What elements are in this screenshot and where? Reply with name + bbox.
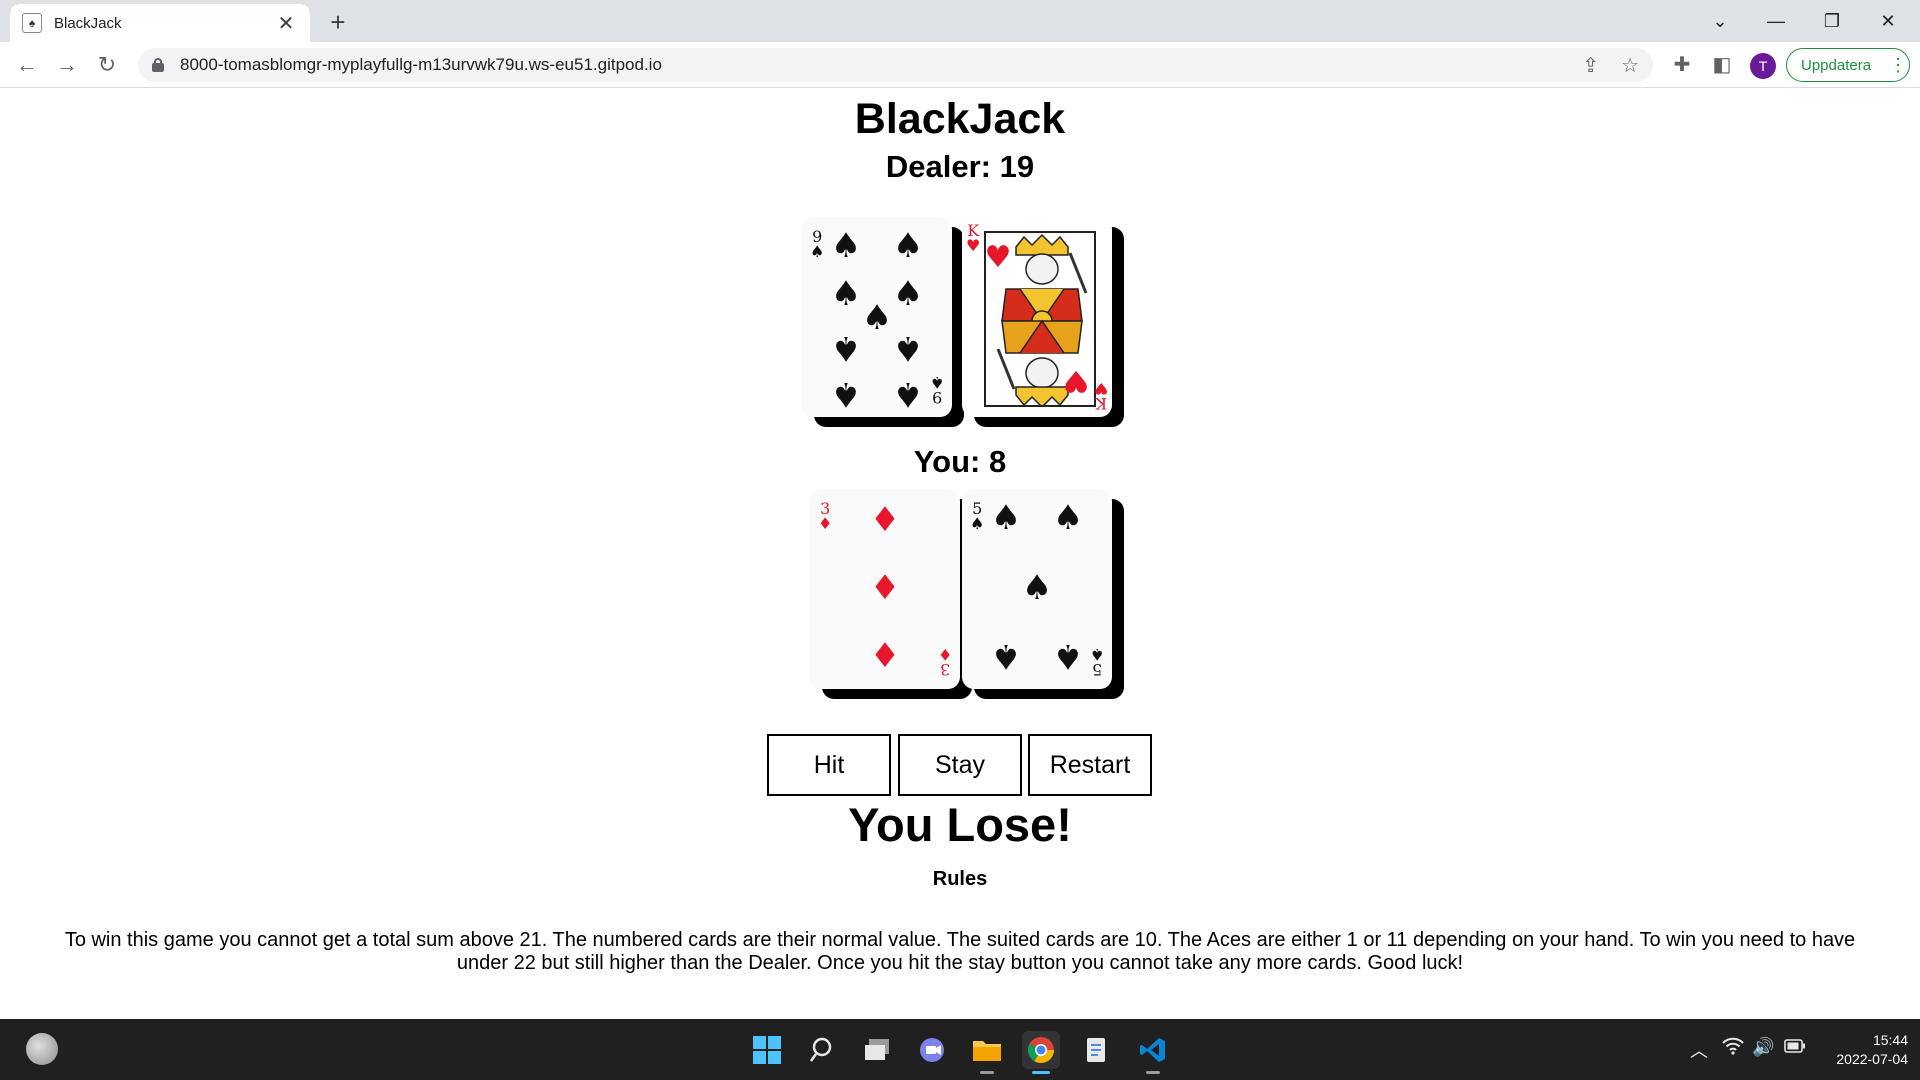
spade-icon: ♠ bbox=[830, 226, 862, 266]
share-icon[interactable]: ⇪ bbox=[1582, 53, 1599, 78]
card-corner-top: 9 ♠ bbox=[810, 227, 825, 261]
vscode-icon[interactable] bbox=[1134, 1031, 1172, 1069]
card-corner-top: 3 ♦ bbox=[818, 499, 833, 533]
card-corner-bottom: K ♥ bbox=[1093, 379, 1108, 413]
volume-icon[interactable]: 🔊 bbox=[1752, 1037, 1774, 1058]
dealer-score: Dealer: 19 bbox=[885, 149, 1035, 184]
card-corner-bottom: 3 ♦ bbox=[937, 645, 952, 679]
url-text[interactable]: 8000-tomasblomgr-myplayfullg-m13urvwk79u… bbox=[180, 55, 1560, 75]
spade-icon: ♠ bbox=[990, 636, 1022, 676]
restore-window-button[interactable]: ❐ bbox=[1804, 4, 1860, 38]
update-button-label: Uppdatera bbox=[1801, 56, 1872, 74]
dealer-card-1: 9 ♠ ♠ ♠ ♠ ♠ ♠ ♠ ♠ ♠ ♠ 9 ♠ bbox=[802, 217, 952, 417]
update-button[interactable]: Uppdatera ⋮ bbox=[1786, 48, 1910, 82]
windows-taskbar: ︿ 🔊 15:44 2022-07-04 bbox=[0, 1019, 1920, 1080]
page-title: BlackJack bbox=[854, 95, 1066, 143]
player-card-2: 5 ♠ ♠ ♠ ♠ ♠ ♠ 5 ♠ bbox=[962, 489, 1112, 689]
spade-icon: ♠ bbox=[892, 328, 924, 368]
heart-icon: ♥ bbox=[984, 240, 1012, 275]
player-score: You: 8 bbox=[913, 444, 1007, 479]
rules-heading: Rules bbox=[932, 868, 988, 890]
bookmark-star-icon[interactable]: ☆ bbox=[1621, 53, 1639, 78]
extensions-puzzle-icon[interactable]: ✚ bbox=[1668, 51, 1696, 79]
task-view-icon[interactable] bbox=[858, 1031, 896, 1069]
notepad-icon[interactable] bbox=[1078, 1031, 1116, 1069]
vscode-running-indicator bbox=[1146, 1071, 1160, 1074]
card-corner-top: 5 ♠ bbox=[970, 499, 985, 533]
hit-button[interactable]: Hit bbox=[767, 734, 891, 796]
clock-date: 2022-07-04 bbox=[1836, 1051, 1908, 1067]
spade-icon: ♠ bbox=[830, 374, 862, 414]
spade-icon: ♠ bbox=[1052, 636, 1084, 676]
tray-overflow-chevron-icon[interactable]: ︿ bbox=[1690, 1037, 1708, 1063]
side-panel-icon[interactable]: ◧ bbox=[1708, 51, 1736, 79]
explorer-running-indicator bbox=[980, 1071, 994, 1074]
back-arrow-icon[interactable]: ← bbox=[12, 50, 42, 80]
card-favicon-icon: ♠ bbox=[22, 13, 42, 33]
close-window-button[interactable]: ✕ bbox=[1860, 4, 1916, 38]
browser-tab-strip: ♠ BlackJack ✕ + ⌄ — ❐ ✕ bbox=[0, 0, 1920, 42]
search-icon[interactable] bbox=[804, 1031, 842, 1069]
card-corner-bottom: 5 ♠ bbox=[1089, 645, 1104, 679]
spade-icon: ♠ bbox=[861, 298, 893, 338]
wifi-icon[interactable] bbox=[1722, 1037, 1744, 1060]
reload-icon[interactable]: ↻ bbox=[92, 50, 122, 80]
heart-icon: ♥ bbox=[1062, 363, 1090, 398]
lock-icon[interactable] bbox=[152, 58, 164, 72]
browser-toolbar: ← → ↻ 8000-tomasblomgr-myplayfullg-m13ur… bbox=[0, 42, 1920, 88]
diamond-icon: ♦ bbox=[869, 636, 901, 676]
system-clock[interactable]: 15:44 2022-07-04 bbox=[1812, 1031, 1908, 1069]
profile-avatar[interactable]: T bbox=[1750, 53, 1776, 79]
tab-search-chevron-icon[interactable]: ⌄ bbox=[1692, 4, 1748, 38]
spade-icon: ♠ bbox=[1021, 568, 1053, 608]
start-windows-icon[interactable] bbox=[748, 1031, 786, 1069]
diamond-icon: ♦ bbox=[869, 568, 901, 608]
player-card-1: 3 ♦ ♦ ♦ ♦ 3 ♦ bbox=[810, 489, 960, 689]
diamond-icon: ♦ bbox=[869, 500, 901, 540]
file-explorer-icon[interactable] bbox=[968, 1031, 1006, 1069]
close-tab-icon[interactable]: ✕ bbox=[274, 11, 298, 36]
browser-tab[interactable]: ♠ BlackJack ✕ bbox=[10, 4, 310, 42]
battery-icon[interactable] bbox=[1784, 1037, 1806, 1058]
rules-text: To win this game you cannot get a total … bbox=[64, 929, 1856, 974]
dealer-card-2: K ♥ ♥ ♥ K ♥ bbox=[962, 217, 1112, 417]
clock-time: 15:44 bbox=[1872, 1032, 1908, 1048]
spade-icon: ♠ bbox=[830, 328, 862, 368]
more-menu-icon[interactable]: ⋮ bbox=[1889, 55, 1907, 76]
weather-icon[interactable] bbox=[26, 1033, 58, 1065]
spade-icon: ♠ bbox=[1052, 498, 1084, 538]
game-result: You Lose! bbox=[848, 798, 1072, 851]
teams-chat-icon[interactable] bbox=[914, 1031, 952, 1069]
chrome-active-indicator bbox=[1032, 1071, 1050, 1074]
spade-icon: ♠ bbox=[990, 498, 1022, 538]
restart-button[interactable]: Restart bbox=[1028, 734, 1152, 796]
forward-arrow-icon[interactable]: → bbox=[52, 50, 82, 80]
tab-title: BlackJack bbox=[54, 14, 122, 32]
stay-button[interactable]: Stay bbox=[898, 734, 1022, 796]
new-tab-button[interactable]: + bbox=[322, 6, 354, 38]
spade-icon: ♠ bbox=[892, 226, 924, 266]
spade-icon: ♠ bbox=[892, 374, 924, 414]
address-bar[interactable]: 8000-tomasblomgr-myplayfullg-m13urvwk79u… bbox=[138, 48, 1653, 82]
minimize-window-button[interactable]: — bbox=[1748, 4, 1804, 38]
chrome-icon[interactable] bbox=[1022, 1031, 1060, 1069]
card-corner-bottom: 9 ♠ bbox=[929, 373, 944, 407]
blackjack-page: BlackJack Dealer: 19 9 ♠ ♠ ♠ ♠ ♠ ♠ ♠ ♠ ♠ … bbox=[0, 89, 1920, 1019]
